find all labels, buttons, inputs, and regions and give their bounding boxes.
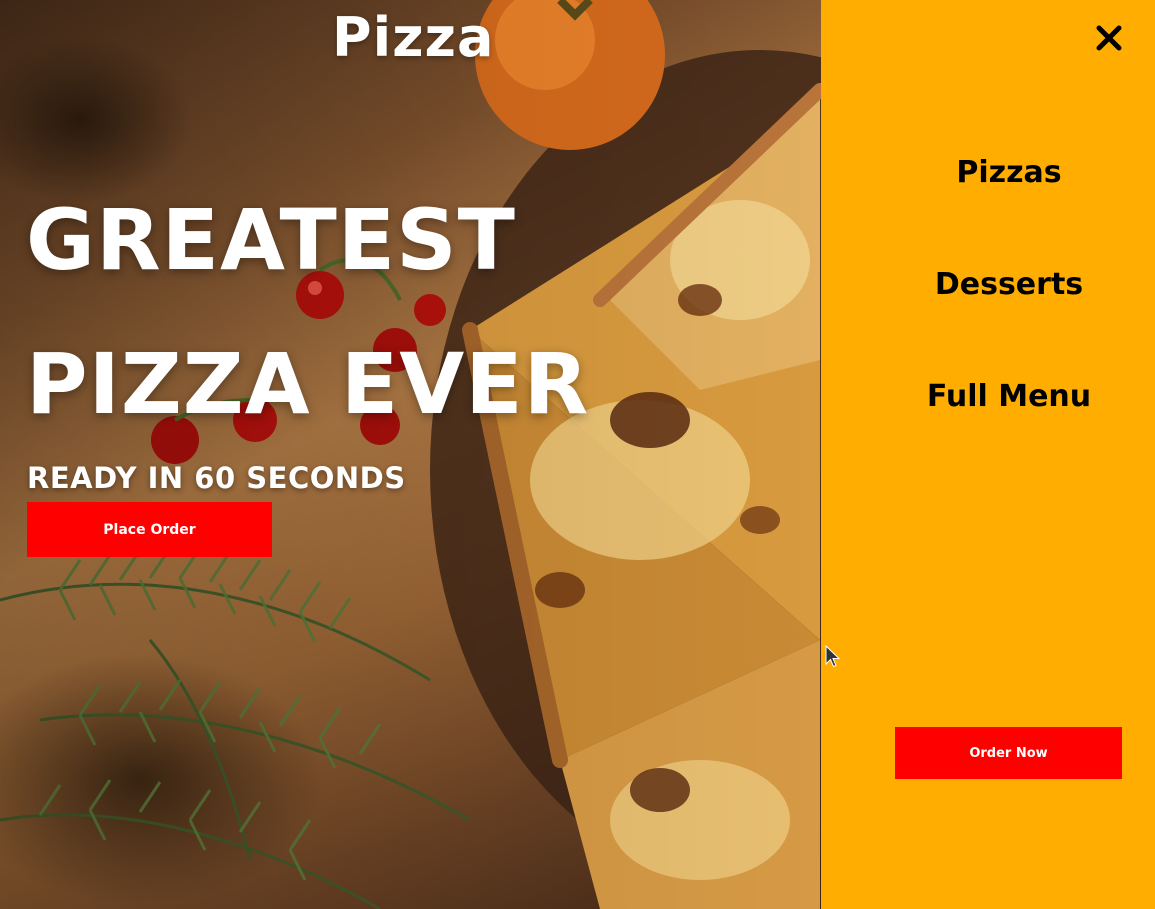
site-logo[interactable]: Pizza [332,6,494,69]
side-menu: Pizzas Desserts Full Menu Order Now [821,0,1155,909]
menu-item-desserts[interactable]: Desserts [821,267,1155,302]
headline-line-2: PIZZA EVER [26,335,590,433]
hero-overlay [0,0,821,909]
headline-line-1: GREATEST [26,191,516,289]
menu-item-full-menu[interactable]: Full Menu [821,379,1155,414]
mouse-cursor-icon [825,645,841,668]
hero-subheadline: READY IN 60 SECONDS [27,461,406,495]
close-icon [1096,25,1122,51]
place-order-button[interactable]: Place Order [27,502,272,557]
hero-section: Pizza GREATEST PIZZA EVER READY IN 60 SE… [0,0,821,909]
order-now-button[interactable]: Order Now [895,727,1122,779]
close-menu-button[interactable] [1091,20,1127,56]
page: Pizza GREATEST PIZZA EVER READY IN 60 SE… [0,0,1155,909]
menu-item-pizzas[interactable]: Pizzas [821,155,1155,190]
